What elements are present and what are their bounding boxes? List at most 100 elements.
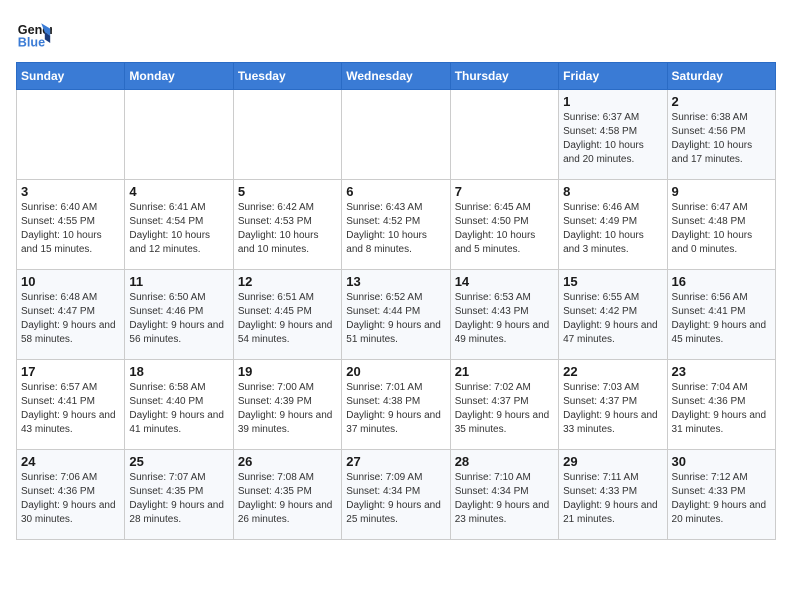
day-number: 3 (21, 184, 120, 199)
day-number: 6 (346, 184, 445, 199)
day-number: 24 (21, 454, 120, 469)
day-cell: 30Sunrise: 7:12 AM Sunset: 4:33 PM Dayli… (667, 450, 775, 540)
day-info: Sunrise: 6:40 AM Sunset: 4:55 PM Dayligh… (21, 201, 120, 257)
day-info: Sunrise: 6:38 AM Sunset: 4:56 PM Dayligh… (672, 111, 771, 167)
day-info: Sunrise: 7:04 AM Sunset: 4:36 PM Dayligh… (672, 381, 771, 437)
day-cell: 11Sunrise: 6:50 AM Sunset: 4:46 PM Dayli… (125, 270, 233, 360)
day-cell: 8 Sunrise: 6:46 AM Sunset: 4:49 PM Daylig… (559, 180, 667, 270)
day-info: Sunrise: 7:09 AM Sunset: 4:34 PM Dayligh… (346, 471, 445, 527)
day-number: 16 (672, 274, 771, 289)
day-cell: 14 Sunrise: 6:53 AM Sunset: 4:43 PM Dayli… (450, 270, 558, 360)
day-cell: 9 Sunrise: 6:47 AM Sunset: 4:48 PM Daylig… (667, 180, 775, 270)
day-info: Sunrise: 6:37 AM Sunset: 4:58 PM Dayligh… (563, 111, 662, 167)
day-info: Sunrise: 7:08 AM Sunset: 4:35 PM Dayligh… (238, 471, 337, 527)
day-info: Sunrise: 6:51 AM Sunset: 4:45 PM Dayligh… (238, 291, 337, 347)
logo: General Blue (16, 16, 52, 52)
day-number: 15 (563, 274, 662, 289)
calendar-table: SundayMondayTuesdayWednesdayThursdayFrid… (16, 62, 776, 540)
day-number: 10 (21, 274, 120, 289)
svg-text:Blue: Blue (18, 36, 45, 50)
day-cell: 26 Sunrise: 7:08 AM Sunset: 4:35 PM Dayli… (233, 450, 341, 540)
day-number: 28 (455, 454, 554, 469)
day-info: Sunrise: 7:06 AM Sunset: 4:36 PM Dayligh… (21, 471, 120, 527)
day-number: 5 (238, 184, 337, 199)
day-info: Sunrise: 6:48 AM Sunset: 4:47 PM Dayligh… (21, 291, 120, 347)
day-number: 29 (563, 454, 662, 469)
day-number: 4 (129, 184, 228, 199)
day-info: Sunrise: 7:02 AM Sunset: 4:37 PM Dayligh… (455, 381, 554, 437)
day-number: 30 (672, 454, 771, 469)
week-row-3: 10 Sunrise: 6:48 AM Sunset: 4:47 PM Dayli… (17, 270, 776, 360)
col-header-friday: Friday (559, 63, 667, 90)
day-number: 1 (563, 94, 662, 109)
day-number: 2 (672, 94, 771, 109)
day-cell (125, 90, 233, 180)
day-info: Sunrise: 6:42 AM Sunset: 4:53 PM Dayligh… (238, 201, 337, 257)
day-number: 18 (129, 364, 228, 379)
day-cell: 15 Sunrise: 6:55 AM Sunset: 4:42 PM Dayli… (559, 270, 667, 360)
day-number: 8 (563, 184, 662, 199)
day-cell: 2 Sunrise: 6:38 AM Sunset: 4:56 PM Daylig… (667, 90, 775, 180)
day-cell (17, 90, 125, 180)
day-cell: 25Sunrise: 7:07 AM Sunset: 4:35 PM Dayli… (125, 450, 233, 540)
day-info: Sunrise: 6:43 AM Sunset: 4:52 PM Dayligh… (346, 201, 445, 257)
header: General Blue (16, 16, 776, 52)
day-info: Sunrise: 7:00 AM Sunset: 4:39 PM Dayligh… (238, 381, 337, 437)
day-cell: 28 Sunrise: 7:10 AM Sunset: 4:34 PM Dayli… (450, 450, 558, 540)
day-cell: 27 Sunrise: 7:09 AM Sunset: 4:34 PM Dayli… (342, 450, 450, 540)
day-info: Sunrise: 6:56 AM Sunset: 4:41 PM Dayligh… (672, 291, 771, 347)
day-cell (450, 90, 558, 180)
day-cell: 3 Sunrise: 6:40 AM Sunset: 4:55 PM Daylig… (17, 180, 125, 270)
day-info: Sunrise: 7:10 AM Sunset: 4:34 PM Dayligh… (455, 471, 554, 527)
day-info: Sunrise: 6:50 AM Sunset: 4:46 PM Dayligh… (129, 291, 228, 347)
day-number: 27 (346, 454, 445, 469)
day-cell: 18Sunrise: 6:58 AM Sunset: 4:40 PM Dayli… (125, 360, 233, 450)
day-cell: 6 Sunrise: 6:43 AM Sunset: 4:52 PM Daylig… (342, 180, 450, 270)
col-header-thursday: Thursday (450, 63, 558, 90)
day-info: Sunrise: 6:45 AM Sunset: 4:50 PM Dayligh… (455, 201, 554, 257)
day-number: 13 (346, 274, 445, 289)
week-row-2: 3 Sunrise: 6:40 AM Sunset: 4:55 PM Daylig… (17, 180, 776, 270)
logo-icon: General Blue (16, 16, 52, 52)
day-info: Sunrise: 6:57 AM Sunset: 4:41 PM Dayligh… (21, 381, 120, 437)
day-cell: 22 Sunrise: 7:03 AM Sunset: 4:37 PM Dayli… (559, 360, 667, 450)
day-number: 9 (672, 184, 771, 199)
day-cell: 20Sunrise: 7:01 AM Sunset: 4:38 PM Dayli… (342, 360, 450, 450)
day-cell: 29 Sunrise: 7:11 AM Sunset: 4:33 PM Dayli… (559, 450, 667, 540)
day-cell (342, 90, 450, 180)
day-cell (233, 90, 341, 180)
day-info: Sunrise: 7:11 AM Sunset: 4:33 PM Dayligh… (563, 471, 662, 527)
day-cell: 4 Sunrise: 6:41 AM Sunset: 4:54 PM Daylig… (125, 180, 233, 270)
day-info: Sunrise: 7:07 AM Sunset: 4:35 PM Dayligh… (129, 471, 228, 527)
day-cell: 13 Sunrise: 6:52 AM Sunset: 4:44 PM Dayli… (342, 270, 450, 360)
day-info: Sunrise: 6:46 AM Sunset: 4:49 PM Dayligh… (563, 201, 662, 257)
day-cell: 19 Sunrise: 7:00 AM Sunset: 4:39 PM Dayli… (233, 360, 341, 450)
day-number: 21 (455, 364, 554, 379)
day-cell: 1 Sunrise: 6:37 AM Sunset: 4:58 PM Daylig… (559, 90, 667, 180)
col-header-saturday: Saturday (667, 63, 775, 90)
day-info: Sunrise: 6:55 AM Sunset: 4:42 PM Dayligh… (563, 291, 662, 347)
day-number: 14 (455, 274, 554, 289)
day-number: 17 (21, 364, 120, 379)
day-cell: 12 Sunrise: 6:51 AM Sunset: 4:45 PM Dayli… (233, 270, 341, 360)
day-info: Sunrise: 6:53 AM Sunset: 4:43 PM Dayligh… (455, 291, 554, 347)
day-info: Sunrise: 7:03 AM Sunset: 4:37 PM Dayligh… (563, 381, 662, 437)
day-number: 19 (238, 364, 337, 379)
day-info: Sunrise: 7:01 AM Sunset: 4:38 PM Dayligh… (346, 381, 445, 437)
week-row-1: 1 Sunrise: 6:37 AM Sunset: 4:58 PM Daylig… (17, 90, 776, 180)
day-number: 22 (563, 364, 662, 379)
day-cell: 10 Sunrise: 6:48 AM Sunset: 4:47 PM Dayli… (17, 270, 125, 360)
day-info: Sunrise: 6:47 AM Sunset: 4:48 PM Dayligh… (672, 201, 771, 257)
day-cell: 17 Sunrise: 6:57 AM Sunset: 4:41 PM Dayli… (17, 360, 125, 450)
day-number: 26 (238, 454, 337, 469)
day-info: Sunrise: 6:41 AM Sunset: 4:54 PM Dayligh… (129, 201, 228, 257)
day-info: Sunrise: 6:52 AM Sunset: 4:44 PM Dayligh… (346, 291, 445, 347)
day-number: 7 (455, 184, 554, 199)
week-row-4: 17 Sunrise: 6:57 AM Sunset: 4:41 PM Dayli… (17, 360, 776, 450)
day-header-row: SundayMondayTuesdayWednesdayThursdayFrid… (17, 63, 776, 90)
day-cell: 23Sunrise: 7:04 AM Sunset: 4:36 PM Dayli… (667, 360, 775, 450)
day-number: 12 (238, 274, 337, 289)
col-header-sunday: Sunday (17, 63, 125, 90)
day-cell: 16 Sunrise: 6:56 AM Sunset: 4:41 PM Dayli… (667, 270, 775, 360)
week-row-5: 24 Sunrise: 7:06 AM Sunset: 4:36 PM Dayli… (17, 450, 776, 540)
